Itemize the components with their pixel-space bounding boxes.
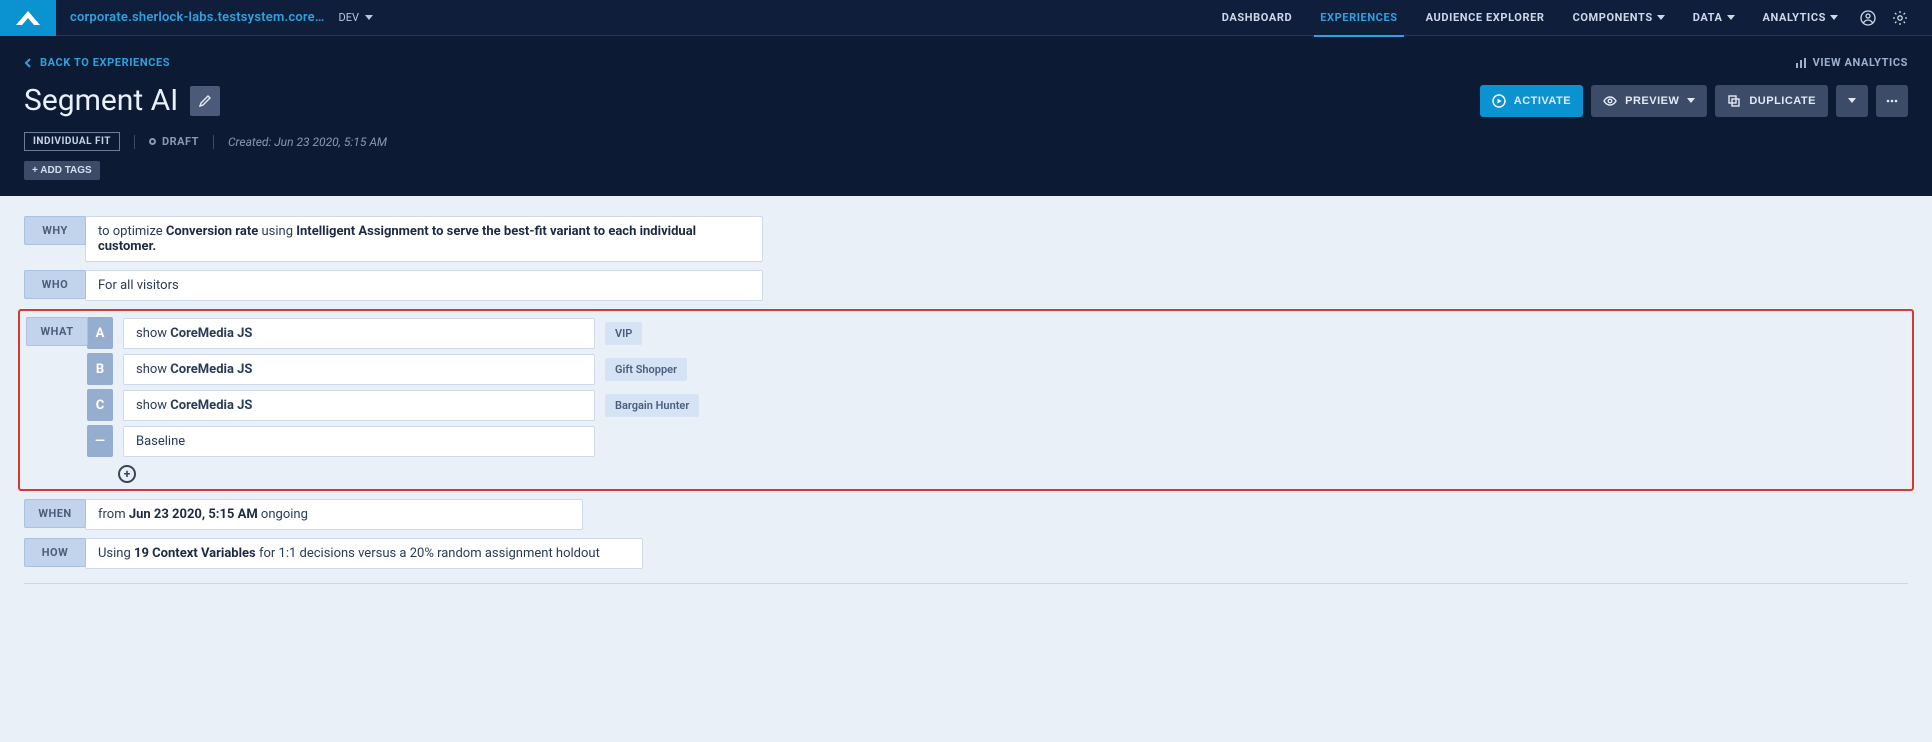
chevron-down-icon — [1848, 98, 1856, 103]
when-label: WHEN — [24, 499, 86, 528]
variant-body[interactable]: show CoreMedia JS — [123, 354, 595, 385]
variant-badge: B — [87, 353, 113, 385]
segment-tag[interactable]: Gift Shopper — [605, 358, 687, 381]
preview-button[interactable]: PREVIEW — [1591, 85, 1707, 117]
brand-logo[interactable] — [0, 0, 56, 36]
variant-c: C show CoreMedia JS Bargain Hunter — [87, 389, 699, 421]
status-dot-icon — [149, 138, 156, 145]
divider — [213, 135, 214, 149]
chevron-down-icon — [1657, 15, 1665, 20]
chevron-down-icon — [365, 15, 373, 20]
add-variant-button[interactable]: + — [118, 465, 136, 483]
when-row: WHEN from Jun 23 2020, 5:15 AM ongoing — [24, 499, 1908, 530]
page-header: BACK TO EXPERIENCES VIEW ANALYTICS Segme… — [0, 36, 1932, 196]
segment-tag[interactable]: VIP — [605, 322, 642, 345]
why-label: WHY — [24, 216, 86, 245]
what-highlight-region: WHAT A show CoreMedia JS VIP B show Core… — [18, 309, 1914, 491]
nav-data[interactable]: DATA — [1679, 0, 1749, 36]
gear-icon[interactable] — [1884, 0, 1916, 36]
type-badge: INDIVIDUAL FIT — [24, 132, 120, 151]
variant-body[interactable]: show CoreMedia JS — [123, 390, 595, 421]
duplicate-dropdown[interactable] — [1836, 85, 1868, 117]
edit-title-button[interactable] — [190, 86, 220, 116]
who-row: WHO For all visitors — [24, 270, 1908, 301]
variant-body[interactable]: show CoreMedia JS — [123, 318, 595, 349]
when-body[interactable]: from Jun 23 2020, 5:15 AM ongoing — [85, 499, 583, 530]
who-label: WHO — [24, 270, 86, 299]
environment-selector[interactable]: DEV — [338, 11, 372, 24]
add-variant-row: + — [20, 465, 1912, 483]
who-body[interactable]: For all visitors — [85, 270, 763, 301]
more-actions-button[interactable] — [1876, 85, 1908, 117]
variant-badge: C — [87, 389, 113, 421]
nav-analytics[interactable]: ANALYTICS — [1749, 0, 1852, 36]
why-row: WHY to optimize Conversion rate using In… — [24, 216, 1908, 262]
why-body[interactable]: to optimize Conversion rate using Intell… — [85, 216, 763, 262]
account-name[interactable]: corporate.sherlock-labs.testsystem.core… — [70, 10, 324, 25]
how-label: HOW — [24, 538, 86, 567]
user-icon[interactable] — [1852, 0, 1884, 36]
nav-dashboard[interactable]: DASHBOARD — [1208, 0, 1306, 36]
variant-baseline: — Baseline — [87, 425, 699, 457]
duplicate-button[interactable]: DUPLICATE — [1715, 85, 1828, 117]
variant-body[interactable]: Baseline — [123, 426, 595, 457]
chevron-down-icon — [1830, 15, 1838, 20]
segment-tag[interactable]: Bargain Hunter — [605, 394, 699, 417]
nav-components[interactable]: COMPONENTS — [1559, 0, 1679, 36]
status-indicator: DRAFT — [149, 135, 199, 148]
nav-audience-explorer[interactable]: AUDIENCE EXPLORER — [1412, 0, 1559, 36]
divider — [134, 135, 135, 149]
section-divider — [24, 583, 1908, 584]
view-analytics-link[interactable]: VIEW ANALYTICS — [1795, 56, 1908, 69]
top-nav: corporate.sherlock-labs.testsystem.core…… — [0, 0, 1932, 36]
chevron-down-icon — [1687, 98, 1695, 103]
chevron-down-icon — [1727, 15, 1735, 20]
created-timestamp: Created: Jun 23 2020, 5:15 AM — [228, 135, 387, 149]
duplicate-label: DUPLICATE — [1749, 95, 1816, 107]
what-label: WHAT — [26, 317, 88, 346]
status-label: DRAFT — [162, 135, 199, 148]
rules-panel: WHY to optimize Conversion rate using In… — [0, 196, 1932, 604]
variant-a: A show CoreMedia JS VIP — [87, 317, 699, 349]
variant-badge: A — [87, 317, 113, 349]
activate-label: ACTIVATE — [1514, 95, 1571, 107]
how-row: HOW Using 19 Context Variables for 1:1 d… — [24, 538, 1908, 569]
analytics-label: VIEW ANALYTICS — [1813, 56, 1908, 69]
variant-b: B show CoreMedia JS Gift Shopper — [87, 353, 699, 385]
page-title: Segment AI — [24, 83, 178, 118]
back-label: BACK TO EXPERIENCES — [40, 56, 170, 69]
activate-button[interactable]: ACTIVATE — [1480, 85, 1583, 117]
what-row: WHAT A show CoreMedia JS VIP B show Core… — [20, 317, 1912, 457]
how-body[interactable]: Using 19 Context Variables for 1:1 decis… — [85, 538, 643, 569]
variant-badge: — — [87, 425, 113, 457]
variants-list: A show CoreMedia JS VIP B show CoreMedia… — [87, 317, 699, 457]
environment-label: DEV — [338, 11, 358, 24]
back-to-experiences-link[interactable]: BACK TO EXPERIENCES — [24, 56, 170, 69]
preview-label: PREVIEW — [1625, 95, 1679, 107]
nav-experiences[interactable]: EXPERIENCES — [1306, 0, 1411, 36]
add-tags-button[interactable]: + ADD TAGS — [24, 161, 100, 180]
